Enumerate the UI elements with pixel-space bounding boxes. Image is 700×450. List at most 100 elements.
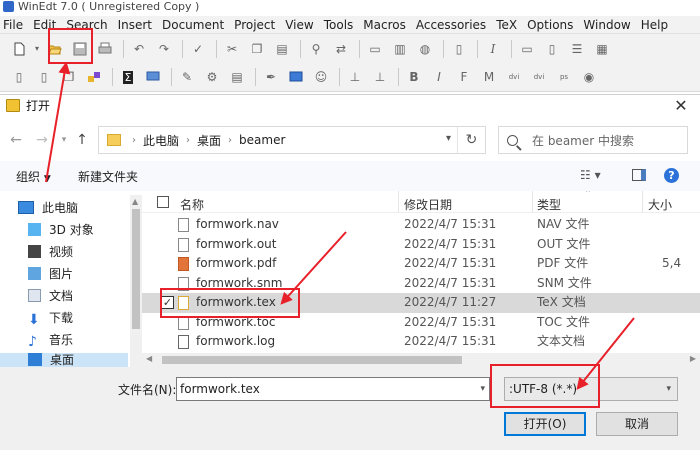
- pages-icon[interactable]: ▥: [389, 38, 411, 60]
- tool-icon[interactable]: ⚙: [201, 66, 223, 88]
- italic-small-icon[interactable]: I: [428, 66, 450, 88]
- menu-window[interactable]: Window: [578, 16, 635, 33]
- select-all-checkbox[interactable]: [157, 196, 169, 208]
- column-type[interactable]: 类型: [537, 196, 561, 213]
- monitor-icon[interactable]: [142, 66, 164, 88]
- replace-icon[interactable]: ⇄: [330, 38, 352, 60]
- search-box[interactable]: 在 beamer 中搜索: [498, 126, 688, 154]
- menu-document[interactable]: Document: [157, 16, 229, 33]
- file-list-scrollbar[interactable]: ◀ ▶: [142, 353, 700, 367]
- close-icon[interactable]: ✕: [670, 95, 692, 117]
- breadcrumb-desktop[interactable]: 桌面: [197, 132, 221, 149]
- view-icon[interactable]: ◉: [578, 66, 600, 88]
- windows-icon[interactable]: ❒: [58, 66, 80, 88]
- sigma-icon[interactable]: Σ: [117, 66, 139, 88]
- organize-button[interactable]: 组织 ▼: [16, 168, 51, 185]
- scrollbar-thumb[interactable]: [132, 209, 140, 329]
- nav-item-pictures[interactable]: 图片: [28, 263, 73, 285]
- find-icon[interactable]: ⚲: [305, 38, 327, 60]
- latex-icon[interactable]: ⊥: [369, 66, 391, 88]
- column-divider[interactable]: [642, 191, 643, 213]
- cut-icon[interactable]: ✂: [221, 38, 243, 60]
- panel-icon[interactable]: ▯: [541, 38, 563, 60]
- cancel-button[interactable]: 取消: [596, 412, 678, 436]
- print-icon[interactable]: [94, 38, 116, 60]
- forward-arrow-icon[interactable]: →: [34, 130, 50, 150]
- scroll-left-icon[interactable]: ◀: [146, 354, 152, 363]
- list-icon[interactable]: ☰: [566, 38, 588, 60]
- nav-item-this-pc[interactable]: 此电脑: [18, 197, 78, 219]
- font-size-icon[interactable]: F: [453, 66, 475, 88]
- chevron-down-icon[interactable]: ▾: [480, 378, 485, 400]
- nav-item-music[interactable]: ♪ 音乐: [28, 329, 73, 351]
- menu-help[interactable]: Help: [636, 16, 673, 33]
- menu-tex[interactable]: TeX: [491, 16, 522, 33]
- redo-icon[interactable]: ↷: [153, 38, 175, 60]
- nav-item-documents[interactable]: 文档: [28, 285, 73, 307]
- nav-item-3d-objects[interactable]: 3D 对象: [28, 219, 94, 241]
- column-divider[interactable]: [532, 191, 533, 213]
- file-row[interactable]: formwork.log 2022/4/7 15:31 文本文档: [142, 332, 700, 352]
- shapes-icon[interactable]: [83, 66, 105, 88]
- math-icon[interactable]: M: [478, 66, 500, 88]
- nav-item-downloads[interactable]: ⬇ 下载: [28, 307, 73, 329]
- undo-icon[interactable]: ↶: [128, 38, 150, 60]
- back-arrow-icon[interactable]: ←: [8, 130, 24, 150]
- bold-icon[interactable]: B: [403, 66, 425, 88]
- up-arrow-icon[interactable]: ↑: [74, 130, 90, 150]
- file-row[interactable]: formwork.out 2022/4/7 15:31 OUT 文件: [142, 235, 700, 255]
- menu-file[interactable]: File: [0, 16, 28, 33]
- menu-project[interactable]: Project: [229, 16, 280, 33]
- pen-icon[interactable]: ✒: [260, 66, 282, 88]
- clipboard-icon[interactable]: ▤: [226, 66, 248, 88]
- menu-macros[interactable]: Macros: [358, 16, 411, 33]
- scroll-up-icon[interactable]: ▲: [132, 197, 138, 206]
- window-icon[interactable]: ▭: [516, 38, 538, 60]
- dvi-pdf-icon[interactable]: dvi: [503, 66, 525, 88]
- scrollbar-thumb[interactable]: [162, 356, 462, 364]
- paste-icon[interactable]: ▤: [271, 38, 293, 60]
- navigation-scrollbar[interactable]: ▲: [130, 195, 142, 367]
- file-row[interactable]: formwork.nav 2022/4/7 15:31 NAV 文件: [142, 215, 700, 235]
- breadcrumb-this-pc[interactable]: 此电脑: [143, 132, 179, 149]
- menu-insert[interactable]: Insert: [113, 16, 157, 33]
- scroll-right-icon[interactable]: ▶: [690, 354, 696, 363]
- chevron-right-icon[interactable]: ›: [228, 135, 232, 146]
- column-divider[interactable]: [398, 191, 399, 213]
- menu-accessories[interactable]: Accessories: [411, 16, 491, 33]
- menu-view[interactable]: View: [280, 16, 318, 33]
- spellcheck-icon[interactable]: ✓: [187, 38, 209, 60]
- open-button[interactable]: 打开(O): [504, 412, 586, 436]
- help-icon[interactable]: ?: [664, 168, 679, 183]
- template-icon[interactable]: ▯: [448, 38, 470, 60]
- globe-icon[interactable]: ◍: [414, 38, 436, 60]
- page-plus-icon[interactable]: ▯: [33, 66, 55, 88]
- grid-icon[interactable]: ▦: [591, 38, 613, 60]
- column-name[interactable]: 名称: [180, 196, 204, 213]
- new-file-icon[interactable]: [8, 38, 30, 60]
- italic-icon[interactable]: I: [482, 38, 504, 60]
- column-date[interactable]: 修改日期: [404, 196, 452, 213]
- file-row[interactable]: formwork.pdf 2022/4/7 15:31 PDF 文件 5,4: [142, 254, 700, 274]
- new-file-dropdown-icon[interactable]: ▾: [33, 38, 41, 60]
- character-icon[interactable]: ☺: [310, 66, 332, 88]
- tag-icon[interactable]: ✎: [176, 66, 198, 88]
- column-size[interactable]: 大小: [648, 196, 672, 213]
- new-folder-button[interactable]: 新建文件夹: [78, 168, 138, 185]
- display-icon[interactable]: [285, 66, 307, 88]
- pdftex-icon[interactable]: ⊥: [344, 66, 366, 88]
- address-dropdown-icon[interactable]: ▾: [446, 133, 451, 144]
- copy-icon[interactable]: ❐: [246, 38, 268, 60]
- dvi-ps-icon[interactable]: dvi: [528, 66, 550, 88]
- chevron-down-icon[interactable]: ▾: [666, 378, 671, 400]
- address-bar[interactable]: › 此电脑 › 桌面 › beamer ▾ ↻: [98, 126, 486, 154]
- menu-options[interactable]: Options: [522, 16, 578, 33]
- filename-input[interactable]: formwork.tex ▾: [176, 377, 490, 401]
- menu-tools[interactable]: Tools: [319, 16, 359, 33]
- refresh-icon[interactable]: ↻: [457, 127, 485, 153]
- chevron-right-icon[interactable]: ›: [132, 135, 136, 146]
- ps-pdf-icon[interactable]: ps: [553, 66, 575, 88]
- preview-pane-icon[interactable]: [632, 169, 646, 181]
- document-icon[interactable]: ▭: [364, 38, 386, 60]
- view-options-icon[interactable]: ☷ ▾: [580, 168, 601, 182]
